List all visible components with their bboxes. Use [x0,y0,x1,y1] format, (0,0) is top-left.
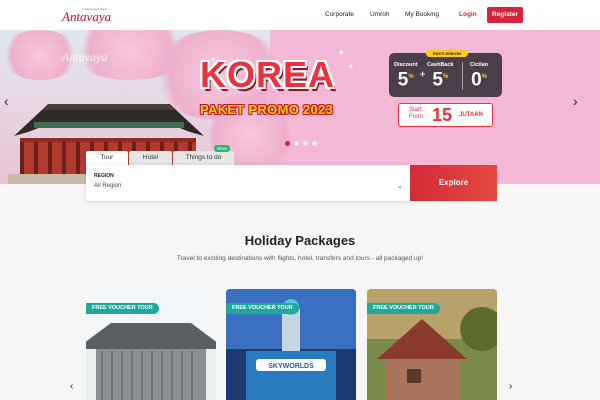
svg-text:SKYWORLDS: SKYWORLDS [268,363,314,370]
plus-icon: + [420,69,426,79]
section-subtitle: Travel to exciting destinations with fli… [176,255,424,262]
sparkle-icon: ✦ [210,57,216,64]
promo-discount: Discount 5% [394,62,418,89]
promo-divider [462,62,463,90]
promo-value: 0 [471,69,482,91]
hero-next-arrow-icon[interactable]: › [573,93,578,109]
start-price: 15 [432,105,453,125]
search-tabs: Tour Hotel Things to do New! [86,145,235,165]
search-panel: REGION All Region ⌄ [86,165,410,201]
promo-value: 5 [397,69,409,91]
cards-prev-arrow-icon[interactable]: ‹ [70,381,73,392]
section-title: Holiday Packages [244,233,356,248]
start-from-price-box: Start From 15 JUTAAN [398,103,493,127]
sparkle-icon: ✦ [348,64,354,71]
nav-link-umroh[interactable]: Umroh [370,11,390,18]
nav-link-my-booking[interactable]: My Booking [405,11,439,18]
promo-cashback: CashBack 5% [427,62,454,89]
promo-value: 5 [432,69,443,91]
new-badge: New! [213,145,230,152]
tab-label: Things to do [185,154,222,161]
start-from-label: Start From [409,107,423,120]
hero-carousel-dots [285,141,317,146]
top-navbar: Indonesia Travel Antavaya Corporate Umro… [0,0,600,30]
hero-watermark: Antavaya [62,50,108,64]
region-label: REGION [94,173,114,179]
free-voucher-badge: FREE VOUCHER TOUR [86,303,159,314]
hero-prev-arrow-icon[interactable]: ‹ [4,93,9,109]
promo-unit: % [442,74,449,80]
tab-label: Tour [100,154,114,161]
sparkle-icon: ✦ [337,48,346,59]
package-card[interactable]: SKYWORLDS FREE VOUCHER TOUR [226,289,356,400]
palace-roof-icon [14,104,204,136]
start-price-unit: JUTAAN [459,112,483,118]
promo-cicilan: Cicilan 0% [470,62,488,89]
hero-headline: KOREA [200,54,336,95]
package-card[interactable]: FREE VOUCHER TOUR [86,289,216,400]
promo-pill: PASTI DISKON [426,50,468,57]
carousel-dot[interactable] [294,141,299,146]
explore-button[interactable]: Explore [410,165,497,201]
promo-unit: % [481,74,487,80]
package-card[interactable]: FREE VOUCHER TOUR [367,289,497,400]
login-link[interactable]: Login [459,11,477,18]
nav-link-corporate[interactable]: Corporate [325,11,354,18]
register-button[interactable]: Register [487,7,523,23]
region-select[interactable]: All Region [94,183,121,189]
hero-subheadline: PAKET PROMO 2023 [200,102,334,117]
tab-hotel[interactable]: Hotel [129,151,172,165]
tab-label: Hotel [142,154,159,161]
carousel-dot[interactable] [285,141,290,146]
free-voucher-badge: FREE VOUCHER TOUR [226,303,299,314]
logo-wordmark: Antavaya [62,9,112,24]
free-voucher-badge: FREE VOUCHER TOUR [367,303,440,314]
antavaya-logo[interactable]: Indonesia Travel Antavaya [62,7,112,25]
chevron-down-icon[interactable]: ⌄ [397,182,403,190]
carousel-dot[interactable] [303,141,308,146]
cards-next-arrow-icon[interactable]: › [509,381,512,392]
carousel-dot[interactable] [312,141,317,146]
tab-things-to-do[interactable]: Things to do New! [173,145,234,165]
tab-tour[interactable]: Tour [86,151,128,165]
promo-unit: % [408,74,414,80]
